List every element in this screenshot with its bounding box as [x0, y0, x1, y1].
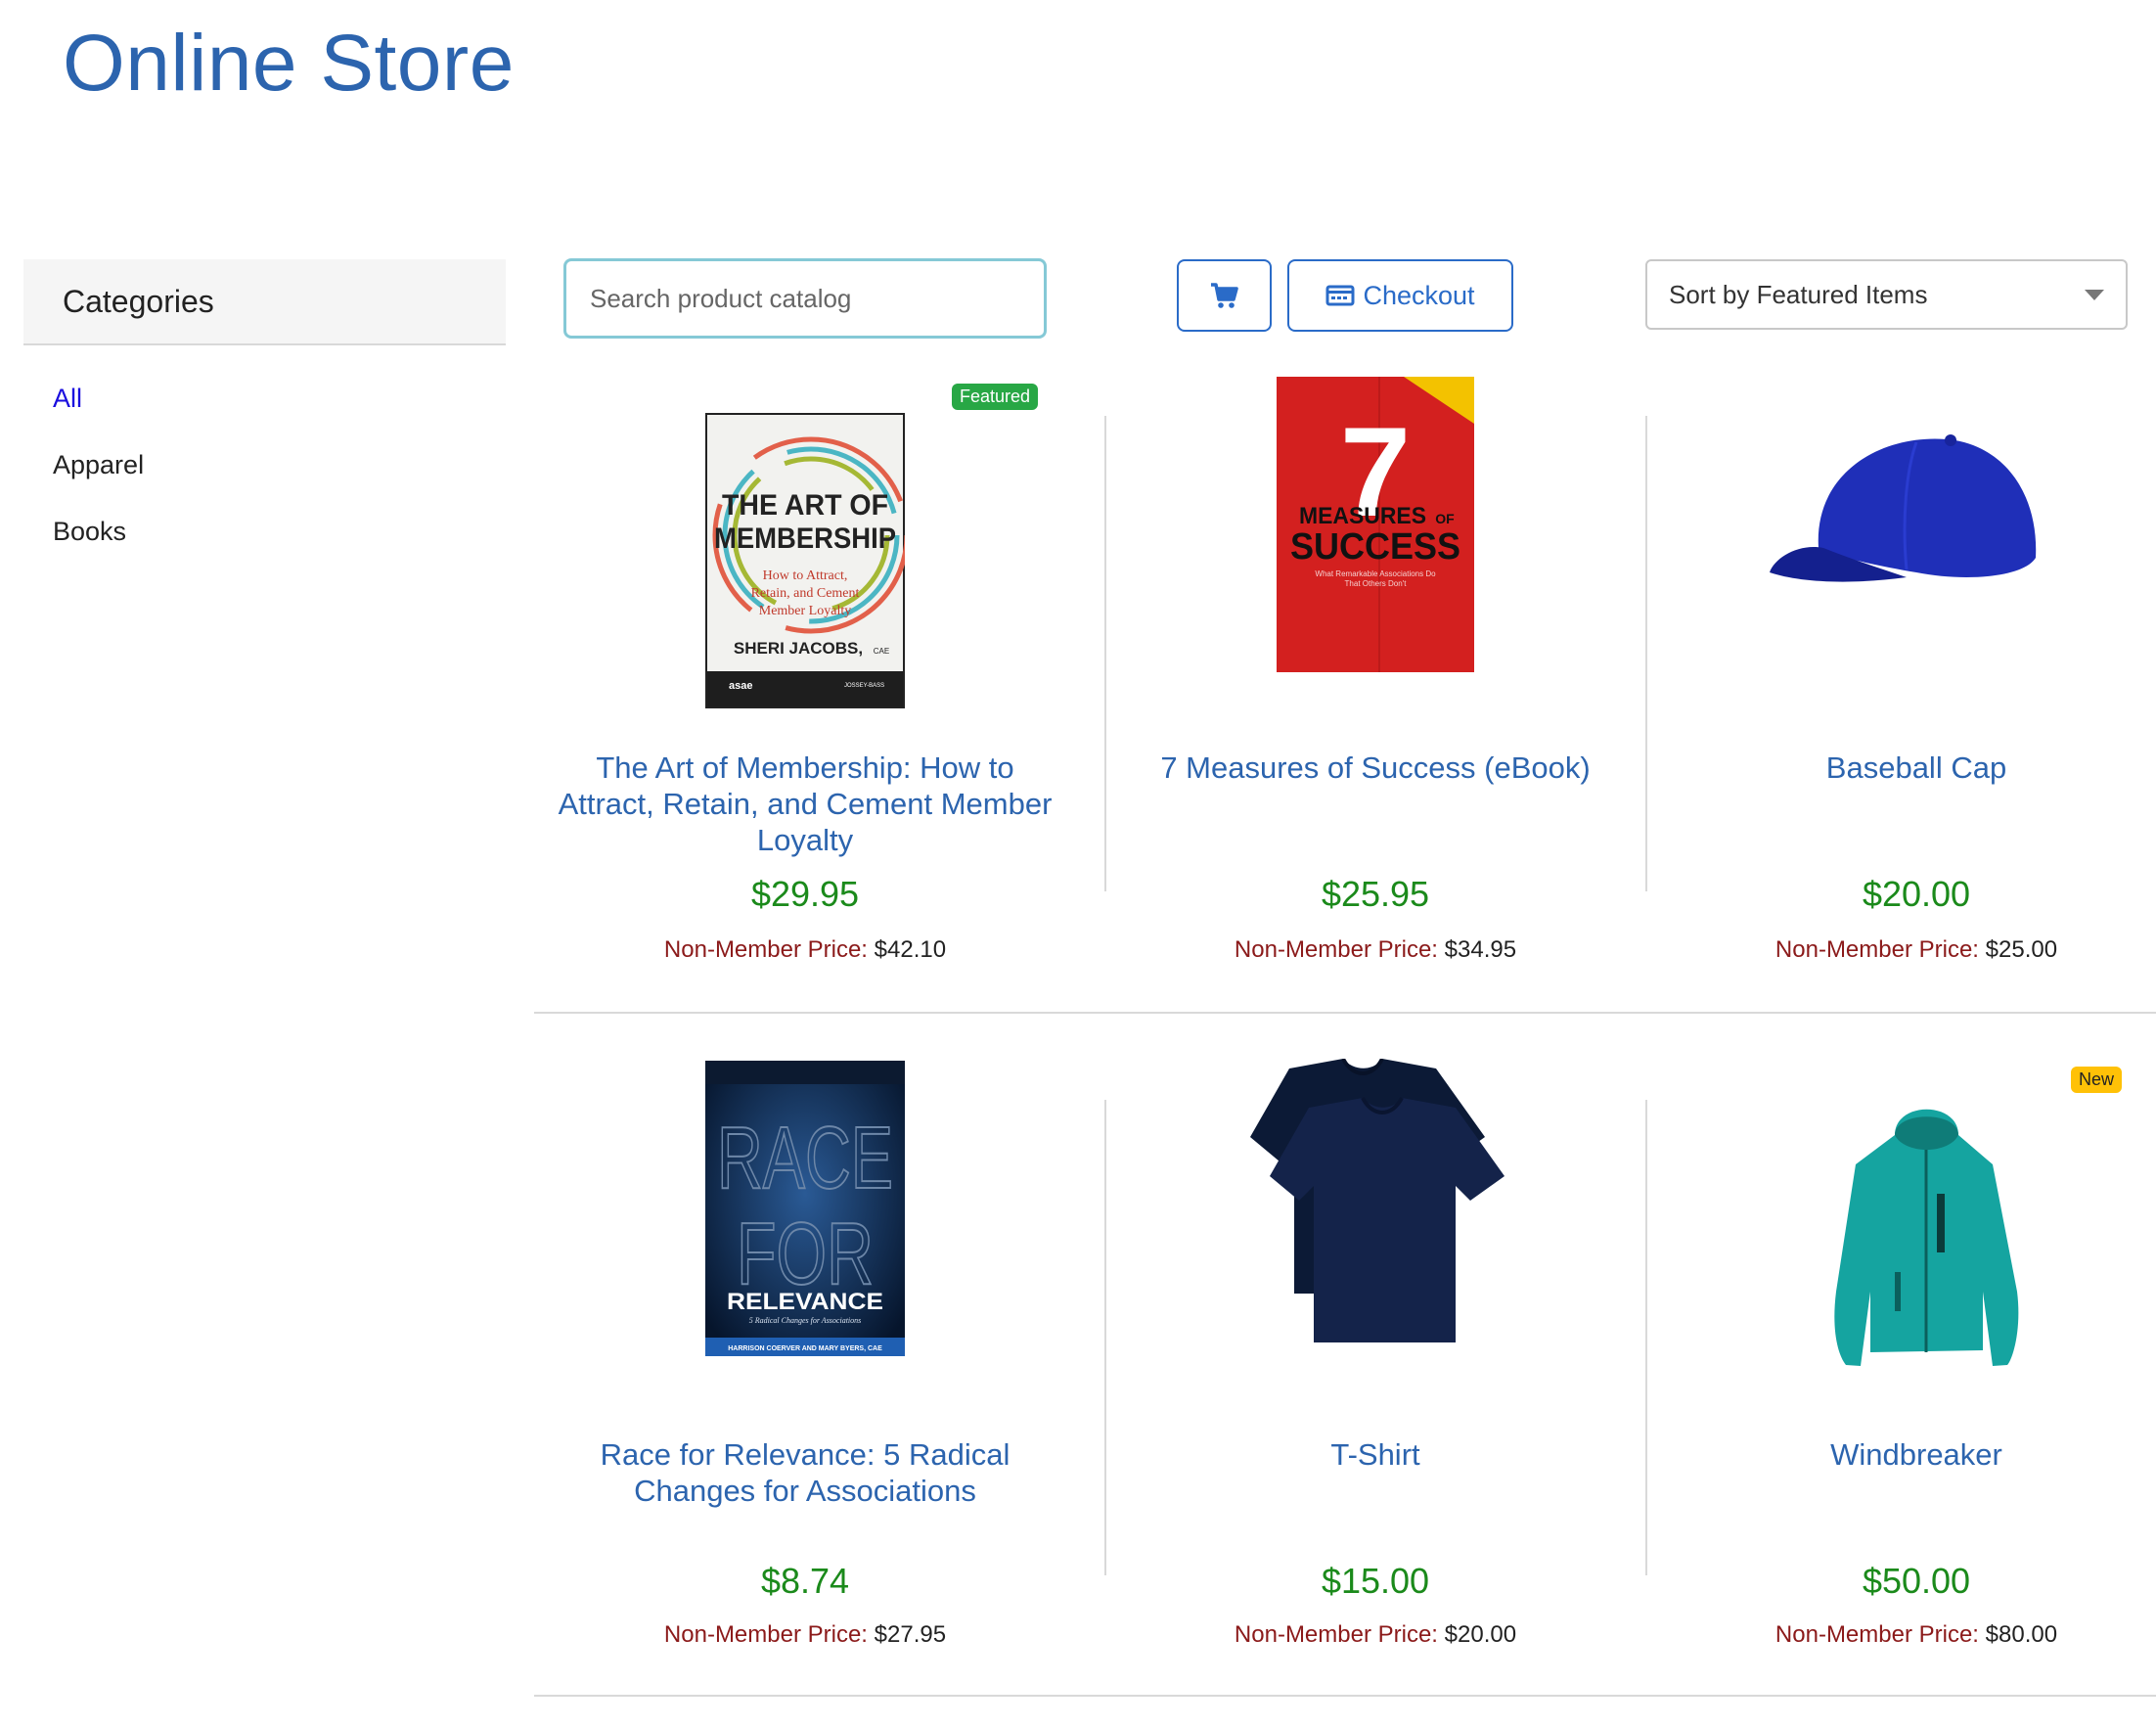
- product-image-book[interactable]: THE ART OF MEMBERSHIP How to Attract, Re…: [705, 413, 905, 708]
- book-title-line2: SUCCESS: [1290, 526, 1460, 568]
- row-divider: [534, 1695, 2156, 1697]
- book-author: SHERI JACOBS,: [734, 639, 863, 658]
- nonmember-price: Non-Member Price: $27.95: [536, 1621, 1074, 1649]
- nonmember-label: Non-Member Price:: [1234, 1621, 1438, 1648]
- new-badge: New: [2071, 1067, 2123, 1093]
- nonmember-label: Non-Member Price:: [663, 936, 868, 963]
- product-price: $25.95: [1321, 874, 1430, 914]
- product-card[interactable]: RACE FOR RELEVANCE 5 Radical Changes for…: [536, 1057, 1074, 1663]
- product-name[interactable]: 7 Measures of Success (eBook): [1126, 750, 1625, 786]
- product-image-book[interactable]: 7 MEASURES OF SUCCESS What Remarkable As…: [1277, 377, 1474, 672]
- nonmember-label: Non-Member Price:: [1774, 1621, 1979, 1648]
- product-price: $50.00: [1862, 1561, 1971, 1601]
- category-list: All Apparel Books: [23, 345, 506, 565]
- book-authors: HARRISON COERVER AND MARY BYERS, CAE: [728, 1345, 882, 1352]
- book-title-of: OF: [1435, 511, 1455, 526]
- cart-icon: [1210, 283, 1238, 308]
- book-title-line1: THE ART OF: [722, 489, 888, 522]
- jacket-icon[interactable]: [1826, 1096, 2026, 1380]
- product-name[interactable]: The Art of Membership: How to Attract, R…: [556, 750, 1055, 858]
- product-card[interactable]: Featured THE ART OF MEMBERSHIP How to At…: [536, 372, 1074, 978]
- product-name[interactable]: Windbreaker: [1667, 1436, 2156, 1473]
- product-name[interactable]: Race for Relevance: 5 Radical Changes fo…: [556, 1436, 1055, 1509]
- nonmember-label: Non-Member Price:: [1234, 936, 1438, 963]
- category-apparel[interactable]: Apparel: [53, 432, 506, 498]
- baseball-cap-icon[interactable]: [1770, 411, 2063, 646]
- book-title-line1: MEASURES: [1299, 503, 1426, 529]
- nonmember-price: Non-Member Price: $42.10: [536, 936, 1074, 964]
- product-name[interactable]: T-Shirt: [1126, 1436, 1625, 1473]
- book-subtitle: 5 Radical Changes for Associations: [749, 1316, 862, 1325]
- category-all[interactable]: All: [53, 365, 506, 432]
- book-subtitle-line3: Member Loyalty: [759, 604, 851, 618]
- nonmember-price: Non-Member Price: $25.00: [1647, 936, 2156, 964]
- nonmember-label: Non-Member Price:: [663, 1621, 868, 1648]
- product-price: $20.00: [1862, 874, 1971, 914]
- product-price: $15.00: [1321, 1561, 1430, 1601]
- product-price: $8.74: [760, 1561, 850, 1601]
- categories-sidebar: Categories All Apparel Books: [23, 259, 506, 565]
- credit-card-icon: [1325, 285, 1355, 306]
- book-title-line1: RACE: [717, 1110, 893, 1207]
- book-tagline-line1: What Remarkable Associations Do: [1315, 569, 1436, 578]
- book-author-suffix: CAE: [874, 647, 889, 656]
- nonmember-price: Non-Member Price: $80.00: [1647, 1621, 2156, 1649]
- product-card[interactable]: Baseball Cap $20.00 Non-Member Price: $2…: [1647, 372, 2156, 978]
- checkout-label: Checkout: [1363, 280, 1475, 310]
- row-divider: [534, 1012, 2156, 1014]
- book-title-line3: RELEVANCE: [727, 1289, 883, 1315]
- category-books[interactable]: Books: [53, 498, 506, 565]
- chevron-down-icon: [2085, 290, 2104, 300]
- book-subtitle-line1: How to Attract,: [763, 568, 848, 583]
- checkout-button[interactable]: Checkout: [1287, 259, 1513, 332]
- nonmember-value: $20.00: [1444, 1621, 1517, 1648]
- sort-selected-value: Sort by Featured Items: [1669, 279, 1928, 309]
- book-title-line2: MEMBERSHIP: [714, 523, 896, 555]
- categories-header: Categories: [23, 259, 506, 345]
- book-tagline-line2: That Others Don't: [1345, 579, 1408, 588]
- book-subtitle-line2: Retain, and Cement: [751, 586, 860, 601]
- product-name[interactable]: Baseball Cap: [1667, 750, 2156, 786]
- nonmember-price: Non-Member Price: $34.95: [1106, 936, 1644, 964]
- nonmember-value: $25.00: [1985, 936, 2058, 963]
- nonmember-value: $42.10: [874, 936, 947, 963]
- search-input[interactable]: [563, 258, 1047, 339]
- cart-button[interactable]: [1177, 259, 1272, 332]
- t-shirt-icon[interactable]: [1250, 1059, 1505, 1352]
- product-card[interactable]: T-Shirt $15.00 Non-Member Price: $20.00: [1106, 1057, 1644, 1663]
- nonmember-value: $34.95: [1444, 936, 1517, 963]
- nonmember-value: $80.00: [1985, 1621, 2058, 1648]
- nonmember-value: $27.95: [874, 1621, 947, 1648]
- publisher-jossey-bass: JOSSEY-BASS: [844, 683, 884, 689]
- sort-select[interactable]: Sort by Featured Items: [1645, 259, 2128, 330]
- product-price: $29.95: [750, 874, 860, 914]
- featured-badge: Featured: [952, 384, 1039, 410]
- product-card[interactable]: 7 MEASURES OF SUCCESS What Remarkable As…: [1106, 372, 1644, 978]
- page-title: Online Store: [63, 19, 515, 108]
- product-card[interactable]: New Windbreaker $50.00 Non-Member Price:…: [1647, 1057, 2156, 1663]
- product-image-book[interactable]: RACE FOR RELEVANCE 5 Radical Changes for…: [705, 1061, 905, 1356]
- nonmember-label: Non-Member Price:: [1774, 936, 1979, 963]
- publisher-asae: asae: [729, 680, 752, 692]
- nonmember-price: Non-Member Price: $20.00: [1106, 1621, 1644, 1649]
